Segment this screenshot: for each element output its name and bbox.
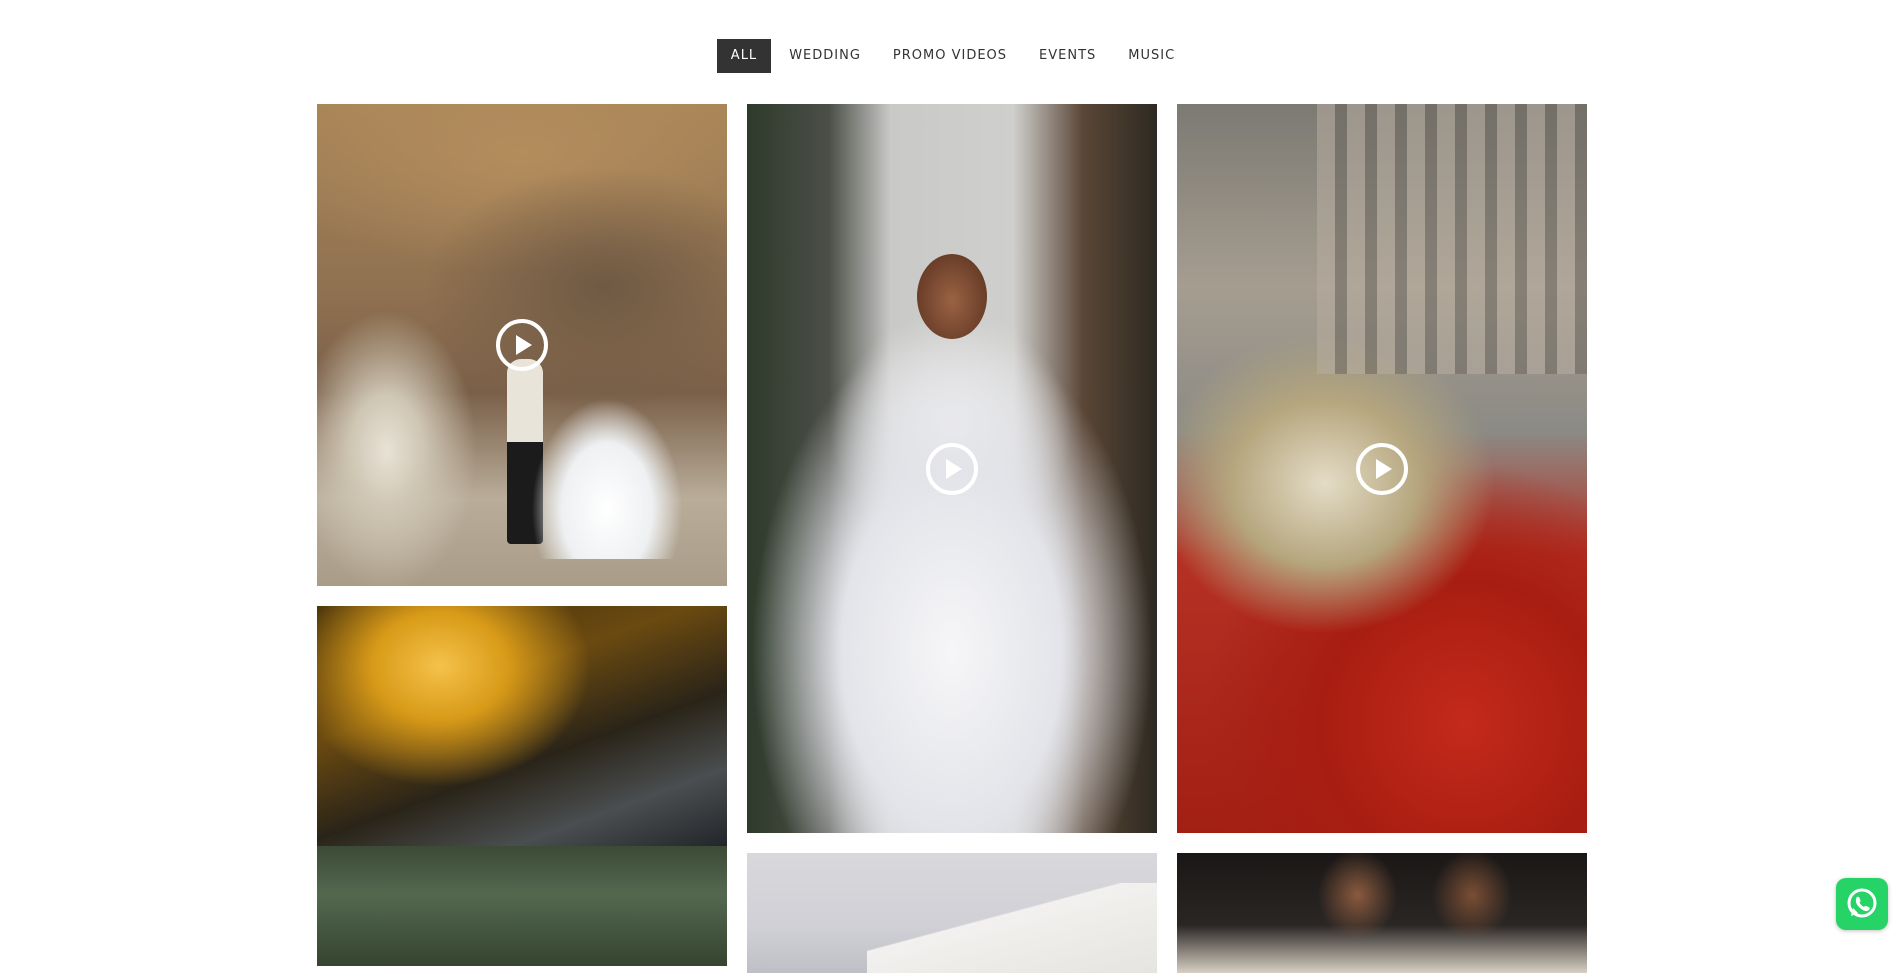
filter-all[interactable]: ALL xyxy=(716,39,772,73)
bride-head-figure xyxy=(917,254,987,339)
play-circle-icon[interactable] xyxy=(1356,442,1408,495)
video-tile-golden-rings[interactable] xyxy=(317,606,727,846)
video-tile-bride-dress[interactable] xyxy=(747,104,1157,833)
filter-wedding[interactable]: WEDDING xyxy=(775,39,875,73)
bride-dress-figure xyxy=(532,359,682,559)
whatsapp-button[interactable] xyxy=(1836,878,1888,930)
building-roof xyxy=(867,883,1157,973)
background-building xyxy=(1317,104,1587,374)
whatsapp-icon xyxy=(1847,888,1877,918)
filter-music[interactable]: MUSIC xyxy=(1114,39,1189,73)
play-circle-icon[interactable] xyxy=(496,319,548,371)
video-tile-cave-wedding[interactable] xyxy=(317,104,727,586)
portfolio-filter-bar: ALL WEDDING PROMO VIDEOS EVENTS MUSIC xyxy=(0,39,1900,73)
video-tile-singers[interactable] xyxy=(1177,853,1587,973)
filter-events[interactable]: EVENTS xyxy=(1025,39,1110,73)
play-circle-icon[interactable] xyxy=(926,442,978,495)
video-tile-forest[interactable] xyxy=(317,846,727,966)
video-tile-building[interactable] xyxy=(747,853,1157,973)
video-tile-red-car-flowers[interactable] xyxy=(1177,104,1587,833)
filter-promo-videos[interactable]: PROMO VIDEOS xyxy=(879,39,1021,73)
